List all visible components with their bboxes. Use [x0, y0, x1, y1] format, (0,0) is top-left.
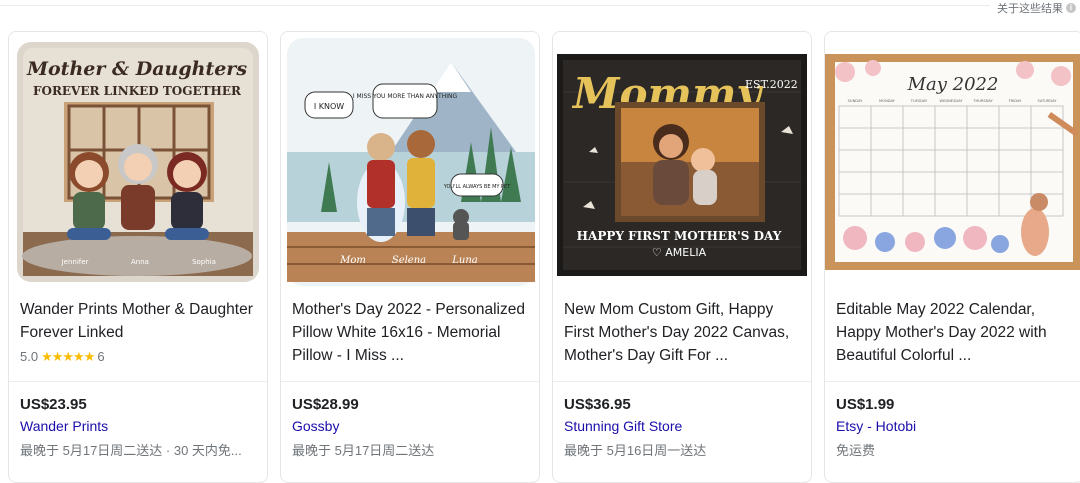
pillow-subline: FOREVER LINKED TOGETHER [33, 84, 242, 98]
calendar-day-wed: WEDNESDAY [940, 99, 964, 103]
calendar-month: May 2022 [907, 74, 999, 95]
product-card[interactable]: May 2022 SUNDAY MONDAY TUESDAY WEDNESDAY… [824, 31, 1080, 483]
about-results-link[interactable]: 关于这些结果 i [997, 0, 1076, 16]
calendar-day-sat: SATURDAY [1038, 99, 1058, 103]
product-rating: 5.0 ★★★★★ 6 [20, 349, 105, 365]
product-card[interactable]: I KNOW I MISS YOU MORE THAN ANYTHING YOU… [280, 31, 540, 483]
top-divider [0, 5, 990, 6]
info-icon: i [1066, 3, 1076, 13]
product-card[interactable]: Mother & Daughters FOREVER LINKED TOGETH… [8, 31, 268, 483]
product-image[interactable]: Mommy EST.2022 HAPPY FIRST MOTHER'S DAY … [553, 32, 811, 292]
product-image[interactable]: Mother & Daughters FOREVER LINKED TOGETH… [9, 32, 267, 292]
product-title[interactable]: Wander Prints Mother & Daughter Forever … [20, 298, 260, 344]
calendar-day-sun: SUNDAY [848, 99, 863, 103]
product-image[interactable]: May 2022 SUNDAY MONDAY TUESDAY WEDNESDAY… [825, 32, 1080, 292]
review-count: 6 [97, 349, 105, 364]
pillow-name-3: Sophia [192, 258, 216, 266]
card-divider [825, 381, 1080, 382]
store-link[interactable]: Gossby [292, 418, 339, 434]
delivery-info: 免运费 [836, 443, 876, 458]
calendar-day-tue: TUESDAY [910, 99, 928, 103]
rating-value: 5.0 [20, 349, 39, 364]
product-title[interactable]: New Mom Custom Gift, Happy First Mother'… [564, 298, 804, 367]
store-link[interactable]: Wander Prints [20, 418, 108, 434]
product-image[interactable]: I KNOW I MISS YOU MORE THAN ANYTHING YOU… [281, 32, 539, 292]
bubble-3-text: YOU'LL ALWAYS BE MY PET [443, 184, 511, 190]
product-price: US$36.95 [564, 396, 631, 413]
calendar-day-fri: FRIDAY [1009, 99, 1023, 103]
pillow-headline: Mother & Daughters [26, 58, 247, 80]
product-price: US$28.99 [292, 396, 359, 413]
canvas-caption: HAPPY FIRST MOTHER'S DAY [577, 229, 782, 243]
rating-stars-icon: ★★★★★ [41, 349, 95, 364]
product-price: US$23.95 [20, 396, 87, 413]
pillow-name-1: Jennifer [61, 258, 89, 266]
product-card[interactable]: Mommy EST.2022 HAPPY FIRST MOTHER'S DAY … [552, 31, 812, 483]
calendar-day-mon: MONDAY [879, 99, 896, 103]
card-divider [553, 381, 811, 382]
store-link[interactable]: Stunning Gift Store [564, 418, 682, 434]
pillow-name-3: Luna [451, 255, 478, 266]
canvas-est: EST.2022 [745, 78, 798, 91]
product-title[interactable]: Editable May 2022 Calendar, Happy Mother… [836, 298, 1076, 367]
product-price: US$1.99 [836, 396, 895, 413]
delivery-info: 最晚于 5月17日周二送达 · 30 天内免... [20, 443, 242, 458]
delivery-info: 最晚于 5月17日周二送达 [292, 443, 435, 458]
bubble-2-text: I MISS YOU MORE THAN ANYTHING [353, 93, 458, 100]
delivery-info: 最晚于 5月16日周一送达 [564, 443, 707, 458]
calendar-day-thu: THURSDAY [972, 99, 993, 103]
pillow-name-2: Selena [392, 255, 426, 266]
card-divider [281, 381, 539, 382]
store-link[interactable]: Etsy - Hotobi [836, 418, 916, 434]
pillow-name-1: Mom [339, 255, 366, 266]
pillow-name-2: Anna [131, 258, 149, 266]
about-results-label: 关于这些结果 [997, 3, 1063, 15]
bubble-1-text: I KNOW [314, 102, 344, 111]
product-title[interactable]: Mother's Day 2022 - Personalized Pillow … [292, 298, 532, 367]
canvas-name: ♡ AMELIA [652, 246, 707, 259]
card-divider [9, 381, 267, 382]
